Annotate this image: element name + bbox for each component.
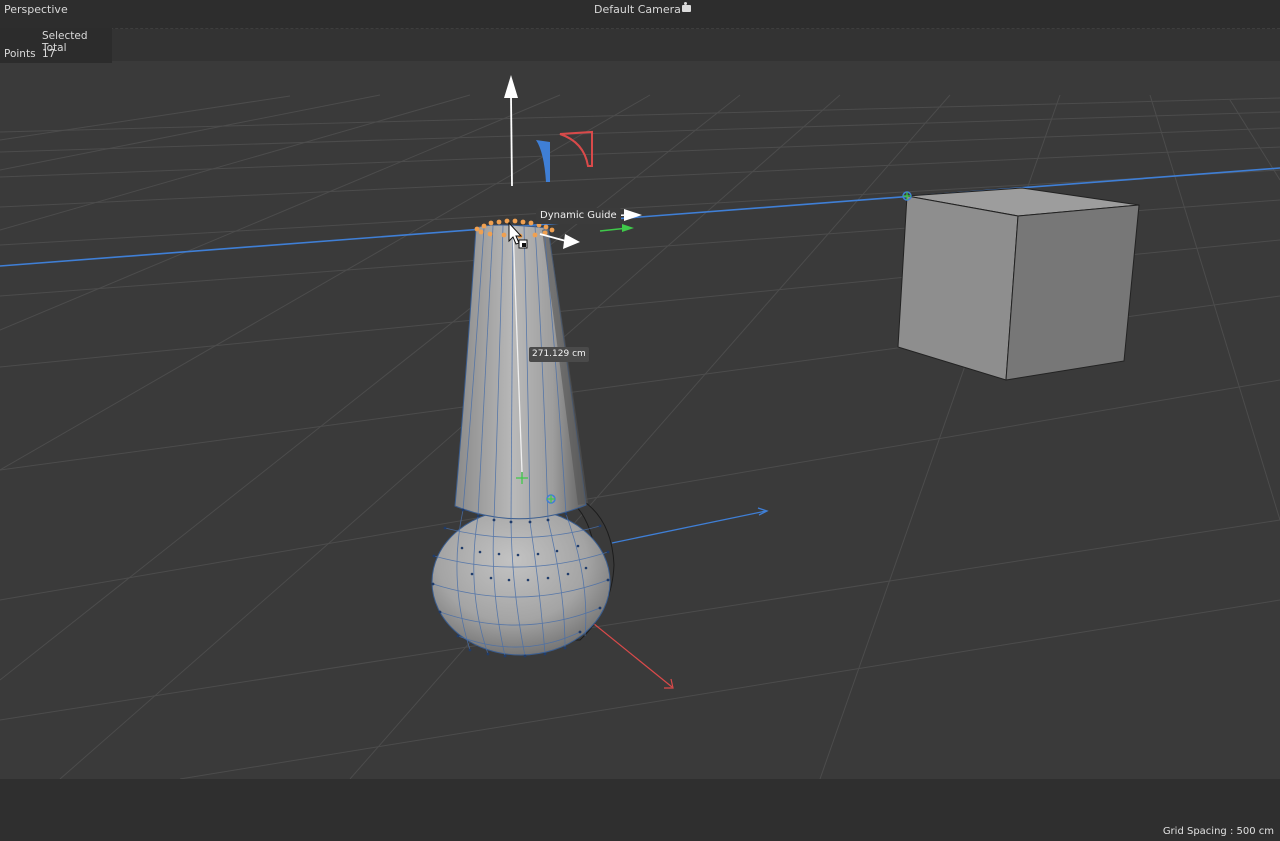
- viewport-footer: Grid Spacing : 500 cm: [0, 779, 1280, 841]
- distance-readout: 271.129 cm: [529, 347, 589, 362]
- stats-points-value: 17: [42, 48, 56, 60]
- viewport-header: Perspective Default Camera: [0, 0, 1280, 29]
- z-axis-guide: [611, 510, 767, 544]
- lathe-object[interactable]: [431, 218, 615, 658]
- camera-icon[interactable]: [681, 2, 691, 12]
- cube-object[interactable]: [897, 187, 1140, 381]
- grid-spacing-label: Grid Spacing : 500 cm: [1162, 826, 1274, 837]
- dynamic-guide-tooltip: Dynamic Guide: [536, 208, 621, 224]
- view-name[interactable]: Perspective: [4, 3, 68, 16]
- viewport[interactable]: Y Z X Perspective Default Camera Selecte…: [0, 0, 1280, 841]
- camera-label[interactable]: Default Camera: [594, 2, 691, 16]
- selection-stats: Selected Total Points 17: [0, 28, 112, 63]
- camera-name: Default Camera: [594, 3, 681, 16]
- header-band: [0, 29, 1280, 61]
- stats-points-label: Points: [4, 48, 36, 60]
- scene-canvas[interactable]: Y Z X: [0, 0, 1280, 841]
